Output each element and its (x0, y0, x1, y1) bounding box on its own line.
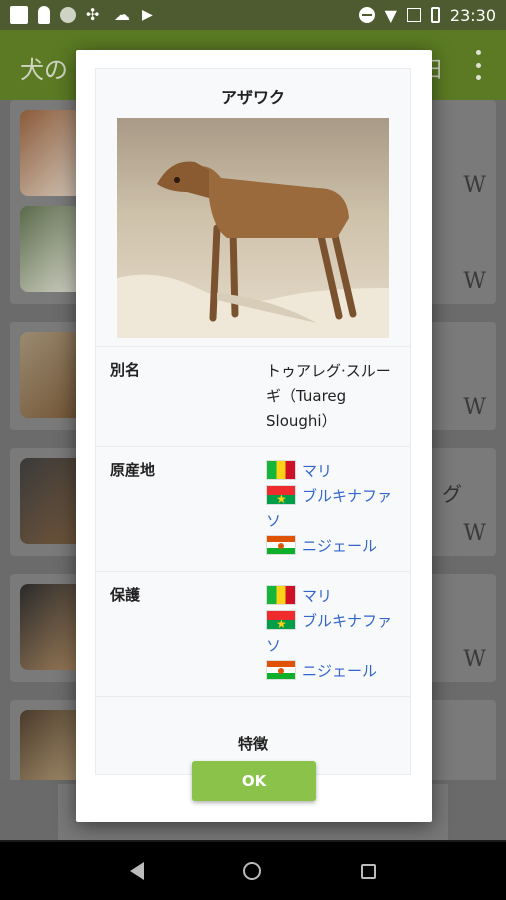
ok-button[interactable]: OK (192, 761, 316, 801)
recent-apps-icon[interactable] (361, 863, 377, 879)
keyhole-icon (38, 6, 50, 24)
row-label: 原産地 (110, 461, 156, 479)
play-store-icon: ▶ (142, 7, 153, 23)
row-value: トゥアレグ·スルーギ（Tuareg Sloughi） (266, 362, 391, 430)
mali-flag-icon (266, 585, 296, 605)
infobox: アザワク 別名 トゥアレグ·スルーギ（Tuareg Sloughi） 原産地 マ… (95, 68, 411, 775)
mali-flag-icon (266, 460, 296, 480)
status-bar: ✣ ☁ ▶ ▼ 23:30 (0, 0, 506, 30)
row-label: 別名 (110, 361, 141, 379)
infobox-row-alias: 別名 トゥアレグ·スルーギ（Tuareg Sloughi） (96, 346, 410, 446)
cloud-icon: ☁ (114, 5, 130, 24)
dialog-content[interactable]: アザワク 別名 トゥアレグ·スルーギ（Tuareg Sloughi） 原産地 マ… (95, 68, 411, 792)
link-mali[interactable]: マリ (302, 462, 332, 480)
circle-notification-icon (60, 7, 76, 23)
wikipedia-icon: W (463, 173, 486, 198)
clock: 23:30 (449, 5, 496, 25)
link-mali[interactable]: マリ (302, 587, 332, 605)
link-niger[interactable]: ニジェール (302, 662, 377, 680)
row-value: マリ ブルキナファソ ニジェール (266, 584, 396, 684)
burkina-faso-flag-icon (266, 610, 296, 637)
breed-name: アザワク (220, 88, 285, 107)
overflow-menu-icon[interactable] (472, 50, 484, 80)
home-icon[interactable] (243, 862, 262, 880)
link-niger[interactable]: ニジェール (302, 537, 377, 555)
back-icon[interactable] (129, 862, 144, 880)
wikipedia-icon: W (463, 269, 486, 294)
wikipedia-icon: W (463, 647, 486, 672)
pinwheel-icon: ✣ (86, 5, 100, 24)
no-signal-icon (406, 8, 421, 22)
system-icons: ▼ 23:30 (358, 5, 496, 25)
infobox-row-protection: 保護 マリ ブルキナファソ ニジェール (96, 571, 410, 696)
battery-icon (430, 7, 440, 23)
wikipedia-icon: W (463, 395, 486, 420)
square-notification-icon (10, 6, 28, 24)
list-item-title: グ (442, 482, 462, 506)
navigation-bar (0, 842, 506, 900)
notification-icons: ✣ ☁ ▶ (10, 6, 160, 24)
row-value: マリ ブルキナファソ ニジェール (266, 459, 396, 559)
niger-flag-icon (266, 535, 296, 555)
wikipedia-icon: W (463, 521, 486, 546)
niger-flag-icon (266, 660, 296, 680)
wifi-icon: ▼ (384, 5, 397, 25)
infobox-row-origin: 原産地 マリ ブルキナファソ ニジェール (96, 446, 410, 571)
row-label: 保護 (110, 586, 141, 604)
breed-photo (117, 118, 389, 338)
burkina-faso-flag-icon (266, 485, 296, 512)
do-not-disturb-icon (358, 7, 375, 23)
app-title: 犬の (20, 56, 68, 84)
breed-info-dialog: アザワク 別名 トゥアレグ·スルーギ（Tuareg Sloughi） 原産地 マ… (76, 50, 432, 822)
